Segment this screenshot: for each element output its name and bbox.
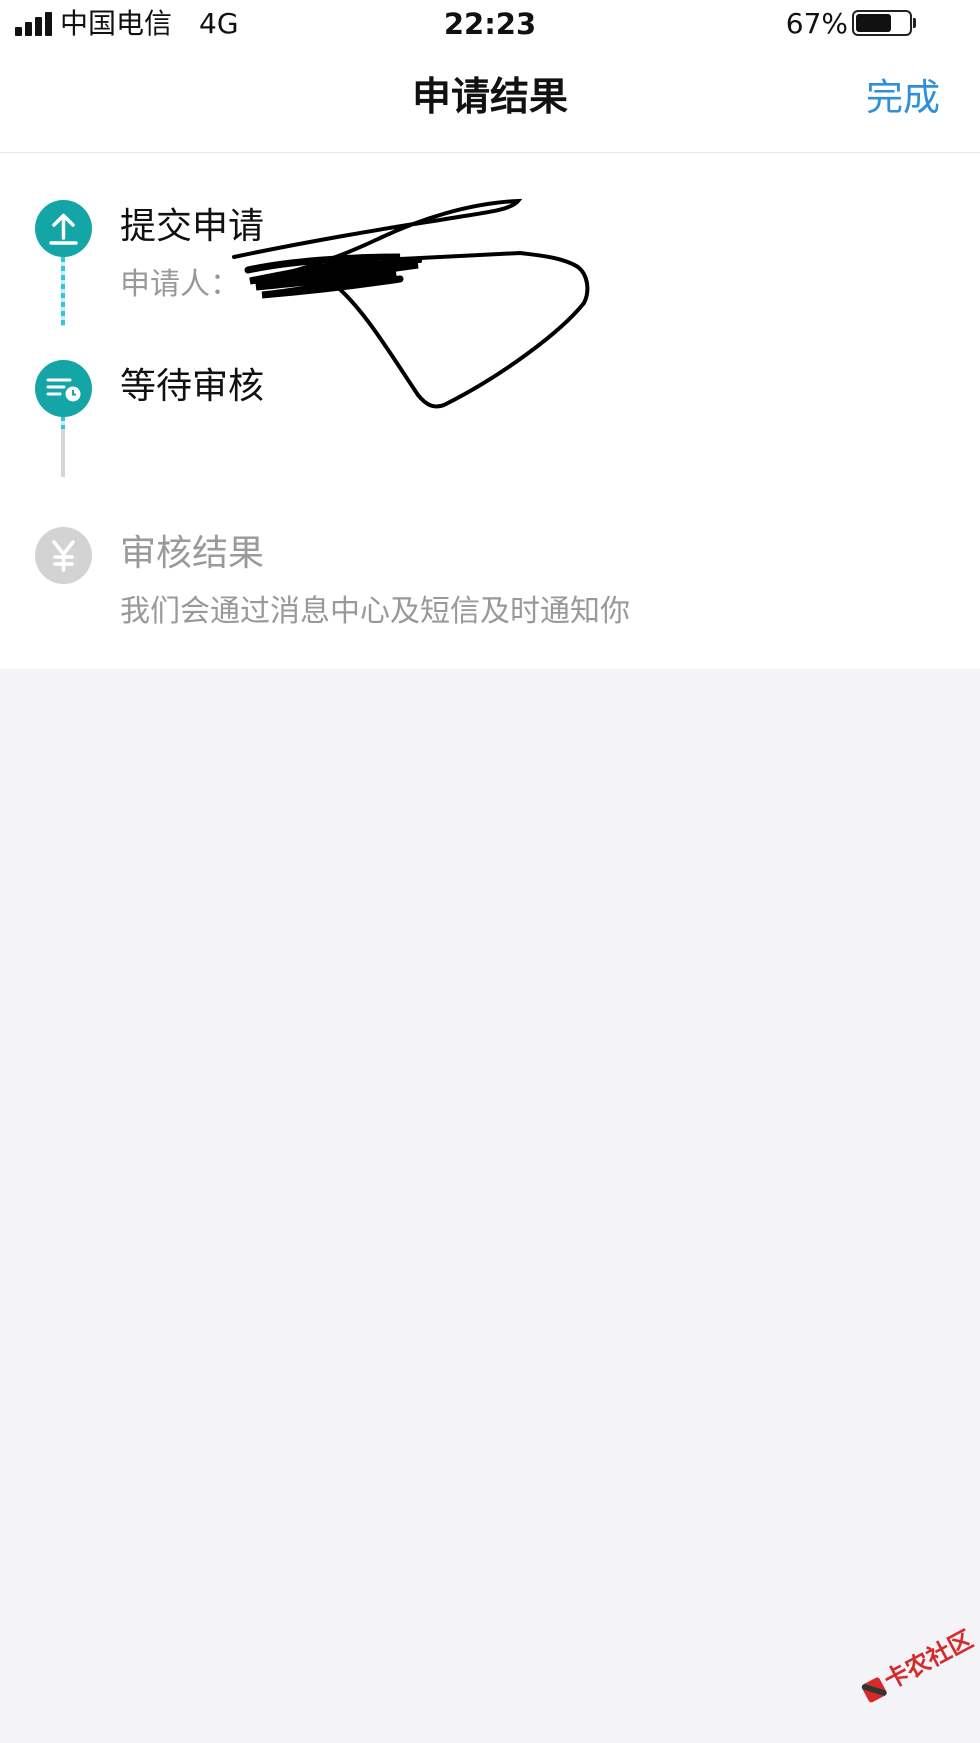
status-bar: 中国电信 4G 22:23 67% xyxy=(0,0,980,48)
battery-percent: 67% xyxy=(785,7,848,40)
battery-fill xyxy=(856,14,891,32)
redaction-scribble xyxy=(232,198,590,409)
page-title: 申请结果 xyxy=(411,75,568,120)
step-notification-note: 我们会通过消息中心及短信及时通知你 xyxy=(120,594,630,629)
pending-review-icon xyxy=(35,360,92,417)
battery-icon xyxy=(852,10,964,38)
step-applicant-label: 申请人： xyxy=(120,267,240,302)
step-title-waiting-review: 等待审核 xyxy=(120,366,265,407)
navigation-bar: 申请结果 完成 xyxy=(0,48,980,153)
step-title-review-result: 审核结果 xyxy=(120,533,265,574)
application-progress-card: 提交申请 申请人： 等待审核 审核结果 我们会通过消息中心及短信及时通知你 xyxy=(0,153,980,669)
watermark-text: 卡农社区 xyxy=(879,1625,978,1695)
upload-icon xyxy=(35,200,92,257)
watermark-logo: 卡农社区 xyxy=(856,1620,978,1707)
yuan-icon xyxy=(35,527,92,584)
done-button[interactable]: 完成 xyxy=(866,72,940,124)
step-title-submit: 提交申请 xyxy=(120,206,265,247)
timeline-connector xyxy=(61,429,65,477)
